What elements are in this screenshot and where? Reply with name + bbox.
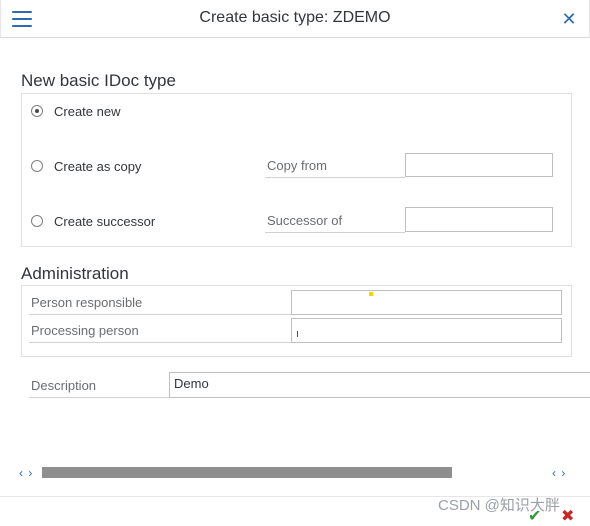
copy-from-underline	[265, 177, 405, 178]
successor-of-label: Successor of	[267, 213, 343, 228]
yellow-marker	[369, 292, 373, 296]
dialog-titlebar: Create basic type: ZDEMO ✕	[0, 0, 590, 38]
copy-from-label: Copy from	[267, 158, 327, 173]
radio-create-new-label: Create new	[54, 103, 121, 119]
person-responsible-underline	[29, 314, 291, 315]
processing-person-input[interactable]	[291, 318, 562, 343]
dialog-title: Create basic type: ZDEMO	[199, 9, 391, 26]
person-responsible-input[interactable]	[291, 290, 562, 315]
successor-of-underline	[265, 232, 405, 233]
successor-of-input[interactable]	[405, 207, 553, 232]
administration-heading: Administration	[21, 264, 129, 283]
scroll-right-arrows[interactable]: ‹ ›	[552, 466, 566, 480]
radio-create-successor[interactable]: Create successor	[31, 212, 155, 230]
copy-from-input[interactable]	[405, 153, 553, 177]
radio-create-successor-button[interactable]	[31, 215, 43, 227]
person-responsible-label: Person responsible	[31, 295, 143, 310]
processing-person-underline	[29, 342, 291, 343]
radio-create-new-button[interactable]	[31, 105, 43, 117]
horizontal-scrollbar[interactable]	[42, 467, 452, 478]
scroll-left-arrows[interactable]: ‹ ›	[19, 466, 33, 480]
radio-create-new[interactable]: Create new	[31, 102, 120, 120]
close-icon[interactable]: ✕	[559, 10, 579, 28]
radio-create-as-copy-button[interactable]	[31, 160, 43, 172]
checkmark-icon[interactable]: ✔	[528, 506, 541, 526]
watermark: CSDN @知识大胖	[438, 497, 560, 514]
text-cursor	[297, 331, 298, 337]
radio-create-as-copy-label: Create as copy	[54, 158, 142, 174]
description-label: Description	[31, 378, 97, 393]
radio-create-successor-label: Create successor	[54, 213, 156, 229]
new-basic-idoc-heading: New basic IDoc type	[21, 71, 176, 90]
description-underline	[29, 397, 170, 398]
description-input[interactable]: Demo	[169, 372, 590, 398]
radio-create-as-copy[interactable]: Create as copy	[31, 157, 141, 175]
cancel-x-icon[interactable]: ✖	[561, 506, 574, 526]
processing-person-label: Processing person	[31, 323, 139, 338]
